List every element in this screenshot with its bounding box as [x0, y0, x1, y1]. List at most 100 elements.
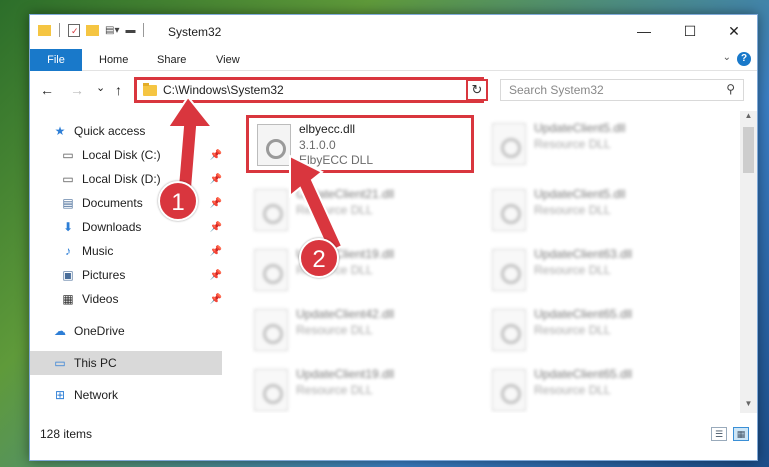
scroll-down-arrow-icon[interactable]: ▼: [740, 399, 757, 413]
dll-file-icon: [492, 249, 526, 291]
network-icon: ⊞: [54, 388, 66, 402]
sidebar-item-local-disk-c[interactable]: ▭ Local Disk (C:) 📌: [30, 143, 222, 167]
details-view-icon[interactable]: ☰: [711, 427, 727, 441]
file-description: Resource DLL: [534, 203, 611, 217]
refresh-button[interactable]: ↻: [466, 79, 488, 101]
pin-icon[interactable]: 📌: [210, 270, 222, 281]
file-item[interactable]: UpdateClient42.dll Resource DLL: [246, 303, 464, 359]
file-item[interactable]: UpdateClient65.dll Resource DLL: [484, 303, 702, 359]
dll-file-icon: [492, 369, 526, 411]
item-count: 128 items: [40, 427, 93, 441]
file-description: Resource DLL: [296, 323, 373, 337]
maximize-button[interactable]: ☐: [667, 15, 713, 47]
window-title: System32: [168, 25, 222, 39]
sidebar-item-label: Videos: [82, 292, 119, 306]
tab-home[interactable]: Home: [99, 49, 128, 71]
file-name: UpdateClient21.dll: [296, 187, 395, 201]
file-item[interactable]: UpdateClient63.dll Resource DLL: [484, 243, 702, 299]
pin-icon[interactable]: 📌: [210, 294, 222, 305]
navigation-bar: ← → ⌄ ↑ C:\Windows\System32 ⌄ ↻ ⚲: [30, 71, 757, 111]
up-button[interactable]: ↑: [115, 82, 122, 98]
file-item[interactable]: UpdateClient5.dll Resource DLL: [484, 117, 702, 173]
sidebar-item-label: Quick access: [74, 124, 146, 138]
customize-toolbar-icon[interactable]: ▤▾: [105, 25, 119, 36]
ribbon-tabs: File Home Share View ⌄ ?: [30, 47, 757, 71]
status-bar: 128 items: [30, 423, 757, 445]
file-item[interactable]: UpdateClient21.dll Resource DLL: [246, 183, 464, 239]
sidebar-item-downloads[interactable]: ⬇ Downloads 📌: [30, 215, 222, 239]
search-input[interactable]: [509, 83, 709, 97]
back-button[interactable]: ←: [40, 82, 54, 98]
sidebar-item-this-pc[interactable]: ▭ This PC: [30, 351, 222, 375]
pin-icon[interactable]: 📌: [210, 198, 222, 209]
sidebar-item-videos[interactable]: ▦ Videos 📌: [30, 287, 222, 311]
file-item-elbyecc[interactable]: elbyecc.dll 3.1.0.0 ElbyECC DLL: [246, 115, 474, 173]
sidebar-item-label: OneDrive: [74, 324, 125, 338]
new-folder-icon[interactable]: [86, 24, 99, 36]
file-name: UpdateClient63.dll: [534, 247, 633, 261]
folder-icon: [143, 82, 157, 96]
dll-file-icon: [492, 189, 526, 231]
address-path: C:\Windows\System32: [163, 83, 284, 97]
search-box[interactable]: ⚲: [500, 79, 744, 101]
dll-file-icon: [254, 309, 288, 351]
sidebar-item-label: Local Disk (C:): [82, 148, 161, 162]
sidebar-item-onedrive[interactable]: ☁ OneDrive: [30, 319, 222, 343]
title-bar: ✓ ▤▾ ▬ System32 — ☐ ✕: [30, 15, 757, 47]
tab-view[interactable]: View: [216, 49, 240, 71]
file-item[interactable]: UpdateClient19.dll Resource DLL: [246, 243, 464, 299]
pin-icon[interactable]: 📌: [210, 222, 222, 233]
sidebar-item-network[interactable]: ⊞ Network: [30, 383, 222, 407]
tab-share[interactable]: Share: [157, 49, 186, 71]
file-description: Resource DLL: [296, 203, 373, 217]
minimize-button[interactable]: —: [621, 15, 667, 47]
help-button[interactable]: ?: [737, 52, 751, 66]
picture-icon: ▣: [62, 268, 74, 282]
computer-icon: ▭: [54, 356, 66, 370]
file-item[interactable]: UpdateClient19.dll Resource DLL: [246, 363, 464, 413]
pin-icon[interactable]: 📌: [210, 246, 222, 257]
dropdown-arrow-icon[interactable]: ▬: [125, 25, 135, 36]
large-icons-view-icon[interactable]: ▦: [733, 427, 749, 441]
pin-icon[interactable]: 📌: [210, 150, 222, 161]
file-description: Resource DLL: [534, 323, 611, 337]
document-icon: ▤: [62, 196, 74, 210]
drive-icon: ▭: [62, 172, 74, 186]
close-button[interactable]: ✕: [711, 15, 757, 47]
forward-button[interactable]: →: [70, 82, 84, 98]
sidebar-item-pictures[interactable]: ▣ Pictures 📌: [30, 263, 222, 287]
recent-locations-button[interactable]: ⌄: [96, 81, 105, 94]
vertical-scrollbar[interactable]: ▲ ▼: [740, 111, 757, 413]
sidebar-item-label: Documents: [82, 196, 143, 210]
dll-file-icon: [254, 369, 288, 411]
file-name: UpdateClient65.dll: [534, 307, 633, 321]
file-item[interactable]: UpdateClient65.dll Resource DLL: [484, 363, 702, 413]
chevron-down-icon[interactable]: ⌄: [723, 52, 731, 63]
address-bar[interactable]: C:\Windows\System32 ⌄: [134, 77, 484, 103]
file-explorer-window: ✓ ▤▾ ▬ System32 — ☐ ✕ File Home Share Vi…: [29, 14, 758, 461]
file-description: Resource DLL: [534, 383, 611, 397]
sidebar-item-music[interactable]: ♪ Music 📌: [30, 239, 222, 263]
sidebar-item-label: Pictures: [82, 268, 126, 282]
toolbar-divider: [59, 23, 60, 37]
file-name: elbyecc.dll: [299, 122, 356, 136]
sidebar-item-quick-access[interactable]: ★ Quick access: [30, 119, 222, 143]
file-description: ElbyECC DLL: [299, 153, 374, 167]
dll-file-icon: [257, 124, 291, 166]
folder-icon: [38, 24, 51, 36]
step-badge-2: 2: [299, 238, 339, 278]
search-icon[interactable]: ⚲: [726, 82, 735, 96]
tab-file[interactable]: File: [30, 49, 82, 71]
drive-icon: ▭: [62, 148, 74, 162]
properties-icon[interactable]: ✓: [68, 23, 80, 37]
scrollbar-thumb[interactable]: [743, 127, 754, 173]
pin-icon[interactable]: 📌: [210, 174, 222, 185]
file-description: Resource DLL: [296, 383, 373, 397]
file-description: Resource DLL: [534, 263, 611, 277]
scroll-up-arrow-icon[interactable]: ▲: [740, 111, 757, 125]
quick-access-toolbar: ✓ ▤▾ ▬: [38, 23, 146, 37]
file-item[interactable]: UpdateClient5.dll Resource DLL: [484, 183, 702, 239]
download-icon: ⬇: [62, 220, 74, 234]
file-name: UpdateClient19.dll: [296, 367, 395, 381]
cloud-icon: ☁: [54, 324, 66, 338]
